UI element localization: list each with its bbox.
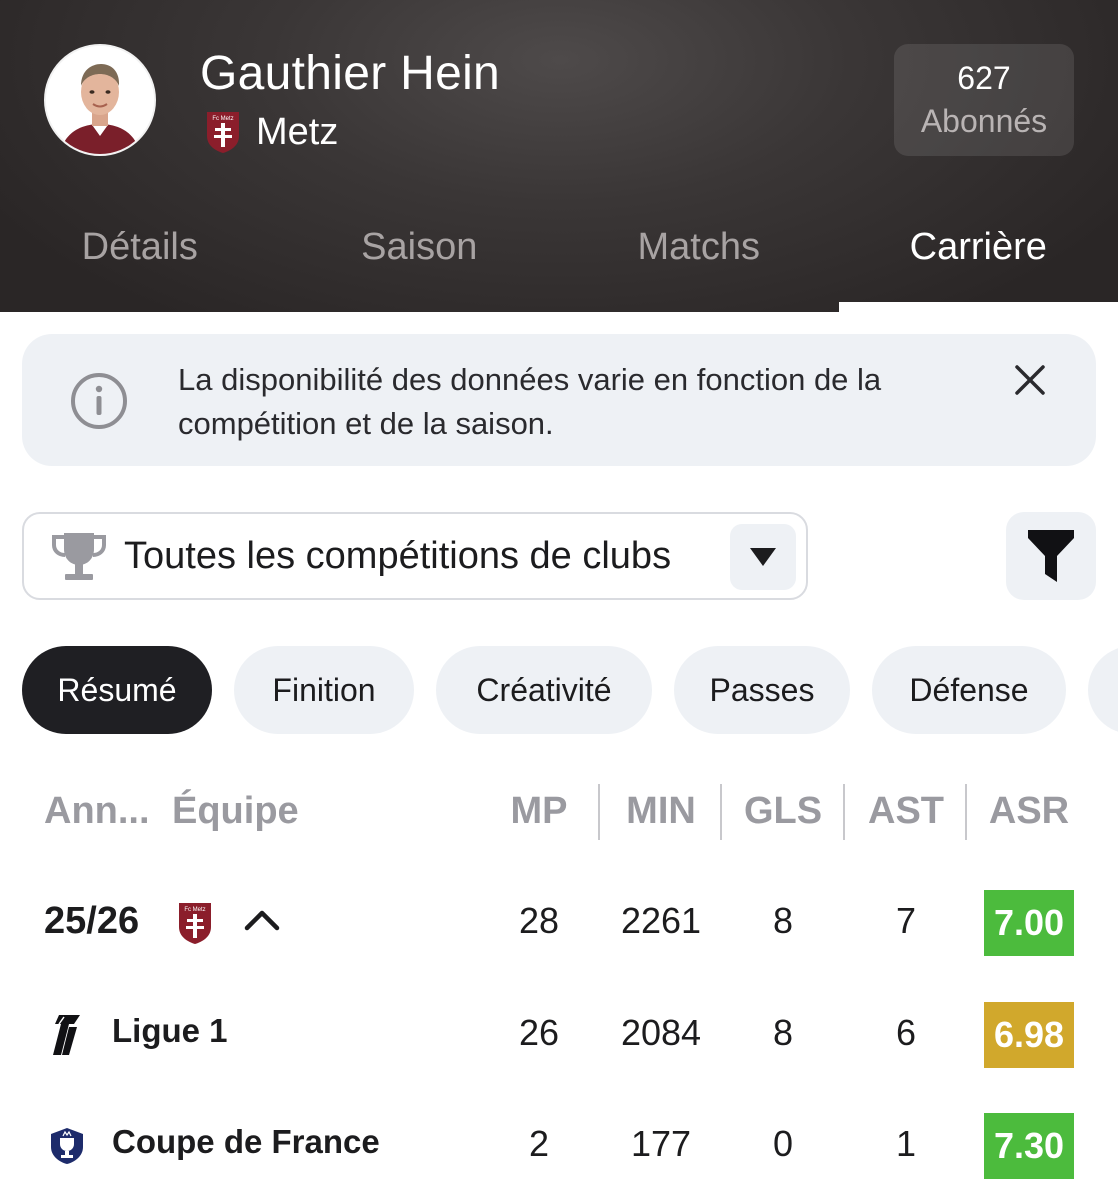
season-label: 25/26 — [44, 900, 140, 942]
chip-more[interactable] — [1088, 646, 1118, 734]
info-icon — [71, 373, 127, 429]
chip-finition[interactable]: Finition — [234, 646, 414, 734]
svg-text:Fc Metz: Fc Metz — [184, 907, 205, 913]
player-avatar — [44, 44, 156, 156]
rating-badge: 7.00 — [984, 890, 1074, 956]
trophy-icon — [52, 533, 106, 580]
col-header-min[interactable]: MIN — [600, 790, 722, 833]
column-divider — [965, 784, 967, 840]
rating-badge: 6.98 — [984, 1002, 1074, 1068]
cell-min: 2084 — [620, 1012, 702, 1053]
metz-crest-icon: Fc Metz — [179, 903, 211, 944]
followers-button[interactable]: 627 Abonnés — [894, 44, 1074, 156]
cell-gls: 8 — [772, 1012, 794, 1053]
col-header-ast[interactable]: AST — [845, 790, 967, 833]
cell-mp: 28 — [518, 900, 560, 941]
tab-saison[interactable]: Saison — [280, 210, 560, 312]
tab-matchs[interactable]: Matchs — [559, 210, 839, 312]
svg-text:Fc Metz: Fc Metz — [212, 116, 233, 122]
cell-gls: 8 — [772, 900, 794, 941]
competition-label: Toutes les compétitions de clubs — [124, 534, 672, 577]
cell-ast: 6 — [895, 1012, 917, 1053]
competition-name: Coupe de France — [112, 1123, 380, 1160]
col-header-year[interactable]: Ann... — [44, 790, 150, 833]
chip-resume[interactable]: Résumé — [22, 646, 212, 734]
player-header: Gauthier Hein Fc Metz Metz 627 Abonnés D… — [0, 0, 1118, 312]
competition-name: Ligue 1 — [112, 1012, 228, 1049]
competition-dropdown[interactable]: Toutes les compétitions de clubs — [22, 512, 808, 600]
coupe-de-france-logo — [51, 1128, 83, 1164]
cell-min: 2261 — [620, 900, 702, 941]
cell-gls: 0 — [772, 1123, 794, 1164]
cell-mp: 2 — [528, 1123, 550, 1164]
col-header-mp[interactable]: MP — [478, 790, 600, 833]
chip-passes[interactable]: Passes — [674, 646, 850, 734]
info-banner: La disponibilité des données varie en fo… — [22, 334, 1096, 466]
caret-down-icon — [750, 548, 776, 566]
cell-ast: 7 — [895, 900, 917, 941]
info-banner-text: La disponibilité des données varie en fo… — [178, 362, 882, 441]
tab-carriere[interactable]: Carrière — [838, 210, 1118, 312]
cell-mp: 26 — [518, 1012, 560, 1053]
cell-min: 177 — [630, 1123, 692, 1164]
close-icon[interactable] — [1012, 362, 1048, 398]
competition-row[interactable]: Coupe de France 2 177 0 1 7.30 — [0, 1113, 1118, 1183]
season-row[interactable]: 25/26 Fc Metz 28 2261 8 7 7.00 — [0, 890, 1118, 960]
followers-count: 627 — [957, 60, 1011, 96]
metz-crest-icon: Fc Metz — [207, 112, 239, 153]
competition-row[interactable]: Ligue 1 26 2084 8 6 6.98 — [0, 1002, 1118, 1072]
tab-details[interactable]: Détails — [0, 210, 280, 312]
club-link[interactable]: Fc Metz Metz — [206, 110, 338, 154]
chip-creativite[interactable]: Créativité — [436, 646, 652, 734]
filter-button[interactable] — [1006, 512, 1096, 600]
chevron-up-icon[interactable] — [244, 908, 280, 932]
ligue1-logo — [53, 1015, 80, 1055]
cell-ast: 1 — [895, 1123, 917, 1164]
col-header-asr[interactable]: ASR — [968, 790, 1090, 833]
col-header-team[interactable]: Équipe — [172, 790, 299, 833]
funnel-icon — [1028, 530, 1074, 582]
profile-tabs: Détails Saison Matchs Carrière — [0, 210, 1118, 312]
stat-category-chips: Résumé Finition Créativité Passes Défens… — [22, 646, 1118, 734]
stats-table-header: Ann... Équipe MP MIN GLS AST ASR — [0, 780, 1118, 842]
followers-label: Abonnés — [920, 103, 1048, 139]
col-header-gls[interactable]: GLS — [722, 790, 844, 833]
club-name: Metz — [256, 110, 339, 153]
dropdown-toggle[interactable] — [730, 524, 796, 590]
player-name: Gauthier Hein — [200, 47, 501, 100]
rating-badge: 7.30 — [984, 1113, 1074, 1179]
chip-defense[interactable]: Défense — [872, 646, 1066, 734]
